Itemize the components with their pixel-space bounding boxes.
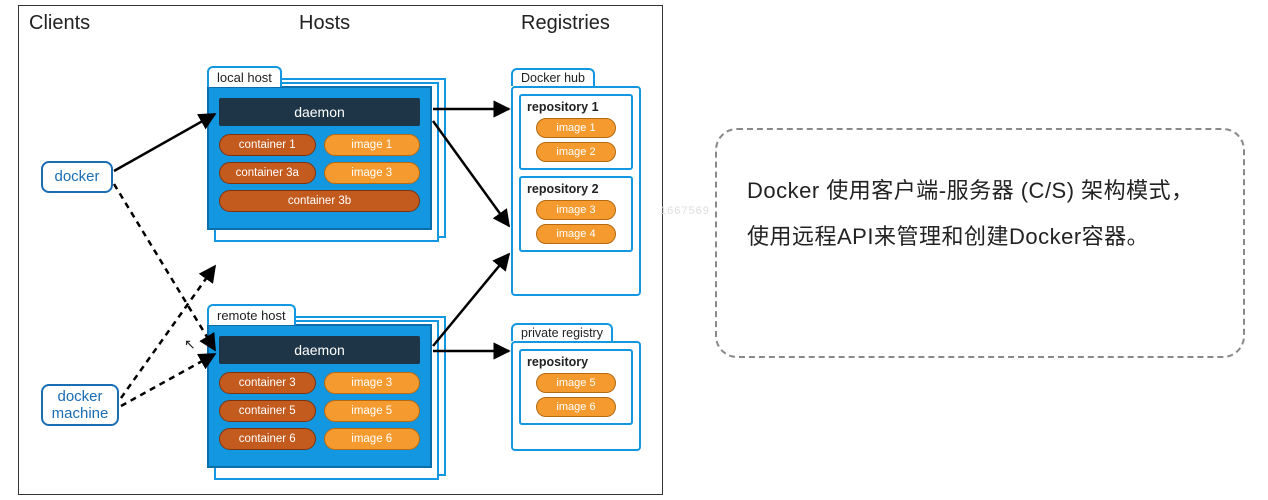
repository-2-title: repository 2: [527, 182, 625, 196]
client-docker-label: docker: [54, 168, 99, 185]
remote-host-stack: remote host daemon container 3 image 3 c…: [207, 324, 432, 468]
hub-image-3: image 3: [536, 200, 616, 220]
registries-header: Registries: [521, 12, 610, 35]
hosts-header: Hosts: [299, 12, 350, 35]
local-host-stack: local host daemon container 1 image 1 co…: [207, 86, 432, 230]
container-6: container 6: [219, 428, 316, 450]
docker-hub-label: Docker hub: [511, 68, 595, 86]
description-text: Docker 使用客户端-服务器 (C/S) 架构模式，使用远程API来管理和创…: [747, 168, 1213, 260]
docker-hub-box: Docker hub repository 1 image 1 image 2 …: [511, 86, 641, 296]
remote-daemon: daemon: [219, 336, 420, 364]
container-3b: container 3b: [219, 190, 420, 212]
image-3: image 3: [324, 372, 421, 394]
image-1: image 1: [324, 134, 421, 156]
cursor-icon: ↖: [184, 336, 196, 353]
repository-2: repository 2 image 3 image 4: [519, 176, 633, 252]
description-note: Docker 使用客户端-服务器 (C/S) 架构模式，使用远程API来管理和创…: [715, 128, 1245, 358]
remote-host-panel: remote host daemon container 3 image 3 c…: [207, 324, 432, 468]
local-daemon: daemon: [219, 98, 420, 126]
image-5: image 5: [324, 400, 421, 422]
private-registry-box: private registry repository image 5 imag…: [511, 341, 641, 451]
priv-image-6: image 6: [536, 397, 616, 417]
local-host-label: local host: [207, 66, 282, 87]
container-5: container 5: [219, 400, 316, 422]
container-1: container 1: [219, 134, 316, 156]
clients-header: Clients: [29, 12, 90, 35]
container-3a: container 3a: [219, 162, 316, 184]
container-3: container 3: [219, 372, 316, 394]
client-docker-machine: docker machine: [41, 384, 119, 426]
private-repository: repository image 5 image 6: [519, 349, 633, 425]
image-6: image 6: [324, 428, 421, 450]
hub-image-2: image 2: [536, 142, 616, 162]
private-registry-label: private registry: [511, 323, 613, 341]
client-docker-machine-label: docker machine: [52, 388, 109, 423]
architecture-diagram: Clients Hosts Registries docker docker m…: [18, 5, 663, 495]
hub-image-4: image 4: [536, 224, 616, 244]
remote-host-label: remote host: [207, 304, 296, 325]
private-repository-title: repository: [527, 355, 625, 369]
hub-image-1: image 1: [536, 118, 616, 138]
client-docker: docker: [41, 161, 113, 193]
repository-1: repository 1 image 1 image 2: [519, 94, 633, 170]
watermark: 1667569: [660, 205, 710, 217]
image-3-local: image 3: [324, 162, 421, 184]
repository-1-title: repository 1: [527, 100, 625, 114]
priv-image-5: image 5: [536, 373, 616, 393]
local-host-panel: local host daemon container 1 image 1 co…: [207, 86, 432, 230]
